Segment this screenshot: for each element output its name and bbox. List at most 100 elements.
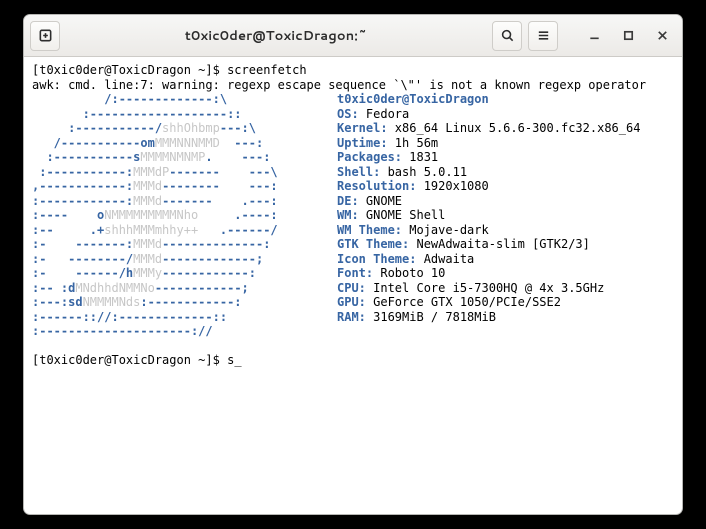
info-label: RAM: <box>337 310 366 324</box>
logo-seg: :-- .+ <box>32 223 104 237</box>
info-col: t0xic0der@ToxicDragon <box>337 92 489 107</box>
fetch-row: :---------------------:// <box>32 324 674 339</box>
fetch-row: :-----------/shhOhbmp---:\Kernel: x86_64… <box>32 121 674 136</box>
logo-dim: MMMNNNMMD <box>155 136 220 150</box>
logo-col: :- --------/MMMd-------------; <box>32 252 337 267</box>
logo-col: :---------------------:// <box>32 324 337 339</box>
info-value: GNOME Shell <box>359 208 446 222</box>
info-value: 3169MiB / 7818MiB <box>366 310 496 324</box>
fetch-row: :-- :dMNdhhdNMMNo------------;CPU: Intel… <box>32 281 674 296</box>
logo-col: /:-------------:\ <box>32 92 337 107</box>
logo-seg: :- ------/h <box>32 266 133 280</box>
info-value: 1h 56m <box>388 136 439 150</box>
info-label: WM Theme: <box>337 223 402 237</box>
fetch-row: :---- oNMMMMMMMMMNho .----:WM: GNOME She… <box>32 208 674 223</box>
fetch-row: ,------------:MMMd-------- ---:Resolutio… <box>32 179 674 194</box>
logo-dim: shhhMMMmhhy++ <box>104 223 198 237</box>
search-icon <box>500 28 515 43</box>
search-button[interactable] <box>492 21 522 51</box>
logo-seg: . ---: <box>205 150 270 164</box>
info-value: bash 5.0.11 <box>380 165 467 179</box>
blank-line <box>32 339 674 354</box>
prompt: [t0xic0der@ToxicDragon ~]$ <box>32 353 227 367</box>
logo-col: :-----------/shhOhbmp---:\ <box>32 121 337 136</box>
fetch-row: :- ------/hMMMy------------:Font: Roboto… <box>32 266 674 281</box>
fetch-row: :---:sdNMMMMNds:------------:GPU: GeForc… <box>32 295 674 310</box>
new-tab-button[interactable] <box>30 21 60 51</box>
logo-col: :- ------/hMMMy------------: <box>32 266 337 281</box>
logo-dim: shhOhbmp <box>162 121 220 135</box>
info-label: WM: <box>337 208 359 222</box>
info-label: Packages: <box>337 150 402 164</box>
logo-col: :------:://:-------------:: <box>32 310 337 325</box>
logo-seg: :- -------: <box>32 237 133 251</box>
new-tab-icon <box>38 28 53 43</box>
fetch-row: :-----------sMMMMNMNMP. ---:Packages: 18… <box>32 150 674 165</box>
logo-seg: --------------: <box>162 237 270 251</box>
logo-col: :-- .+shhhMMMmhhy++ .------/ <box>32 223 337 238</box>
logo-seg: :-------------------:: <box>32 107 242 121</box>
fetch-row: :- -------:MMMd--------------:GTK Theme:… <box>32 237 674 252</box>
info-col: WM: GNOME Shell <box>337 208 445 223</box>
logo-dim: MMMd <box>133 194 162 208</box>
command-text: screenfetch <box>227 63 306 77</box>
input-text: s <box>227 353 234 367</box>
logo-dim: MMMd <box>133 179 162 193</box>
info-col: Resolution: 1920x1080 <box>337 179 489 194</box>
fetch-row: /-----------omMMMNNNMMD ---:Uptime: 1h 5… <box>32 136 674 151</box>
info-col: GTK Theme: NewAdwaita-slim [GTK2/3] <box>337 237 590 252</box>
logo-col: /-----------omMMMNNNMMD ---: <box>32 136 337 151</box>
fetch-row: /:-------------:\ t0xic0der@ToxicDragon <box>32 92 674 107</box>
warning-line: awk: cmd. line:7: warning: regexp escape… <box>32 78 674 93</box>
logo-seg: /:-------------:\ <box>32 92 227 106</box>
logo-dim: MMMMNMNMP <box>140 150 205 164</box>
prompt-line-current[interactable]: [t0xic0der@ToxicDragon ~]$ s_ <box>32 353 674 368</box>
info-value: 1831 <box>402 150 438 164</box>
terminal-body[interactable]: [t0xic0der@ToxicDragon ~]$ screenfetchaw… <box>24 57 682 514</box>
maximize-icon <box>622 29 635 42</box>
info-label: OS: <box>337 107 359 121</box>
logo-seg: :------------: <box>140 295 241 309</box>
logo-seg: ------- ---\ <box>169 165 277 179</box>
logo-seg: ---:\ <box>220 121 256 135</box>
close-button[interactable] <box>648 22 676 50</box>
logo-seg: ------------; <box>155 281 249 295</box>
info-label: Icon Theme: <box>337 252 416 266</box>
maximize-button[interactable] <box>614 22 642 50</box>
info-value: 1920x1080 <box>416 179 488 193</box>
logo-dim: MMMd <box>133 237 162 251</box>
logo-seg: -------- ---: <box>162 179 278 193</box>
info-col: OS: Fedora <box>337 107 416 122</box>
fetch-row: :------------:MMMd------- .---:DE: GNOME <box>32 194 674 209</box>
info-col: Packages: 1831 <box>337 150 438 165</box>
host-line: t0xic0der@ToxicDragon <box>337 92 489 106</box>
info-value: NewAdwaita-slim [GTK2/3] <box>409 237 590 251</box>
info-label: Font: <box>337 266 373 280</box>
info-label: Resolution: <box>337 179 416 193</box>
logo-seg: :---:sd <box>32 295 83 309</box>
terminal-window: t0xic0der@ToxicDragon:~ [t0xic0der@Toxic… <box>23 14 683 515</box>
logo-col: :---- oNMMMMMMMMMNho .----: <box>32 208 337 223</box>
logo-seg: :---- o <box>32 208 104 222</box>
logo-dim: NMMMMMMMMMNho <box>104 208 198 222</box>
info-col: GPU: GeForce GTX 1050/PCIe/SSE2 <box>337 295 561 310</box>
info-value: x86_64 Linux 5.6.6-300.fc32.x86_64 <box>388 121 641 135</box>
minimize-button[interactable] <box>580 22 608 50</box>
logo-seg: :------:://:-------------:: <box>32 310 227 324</box>
info-label: Uptime: <box>337 136 388 150</box>
close-icon <box>656 29 669 42</box>
logo-col: :-----------:MMMdP------- ---\ <box>32 165 337 180</box>
menu-button[interactable] <box>528 21 558 51</box>
logo-col: :-----------sMMMMNMNMP. ---: <box>32 150 337 165</box>
logo-seg: :- --------/ <box>32 252 133 266</box>
info-value: GNOME <box>359 194 410 208</box>
info-value: Mojave-dark <box>402 223 489 237</box>
logo-dim: MMMy <box>133 266 162 280</box>
info-col: Shell: bash 5.0.11 <box>337 165 467 180</box>
info-label: DE: <box>337 194 359 208</box>
logo-seg: -------------; <box>162 252 263 266</box>
info-value: GeForce GTX 1050/PCIe/SSE2 <box>366 295 561 309</box>
fetch-row: :-------------------::OS: Fedora <box>32 107 674 122</box>
logo-col: :- -------:MMMd--------------: <box>32 237 337 252</box>
prompt-line: [t0xic0der@ToxicDragon ~]$ screenfetch <box>32 63 674 78</box>
